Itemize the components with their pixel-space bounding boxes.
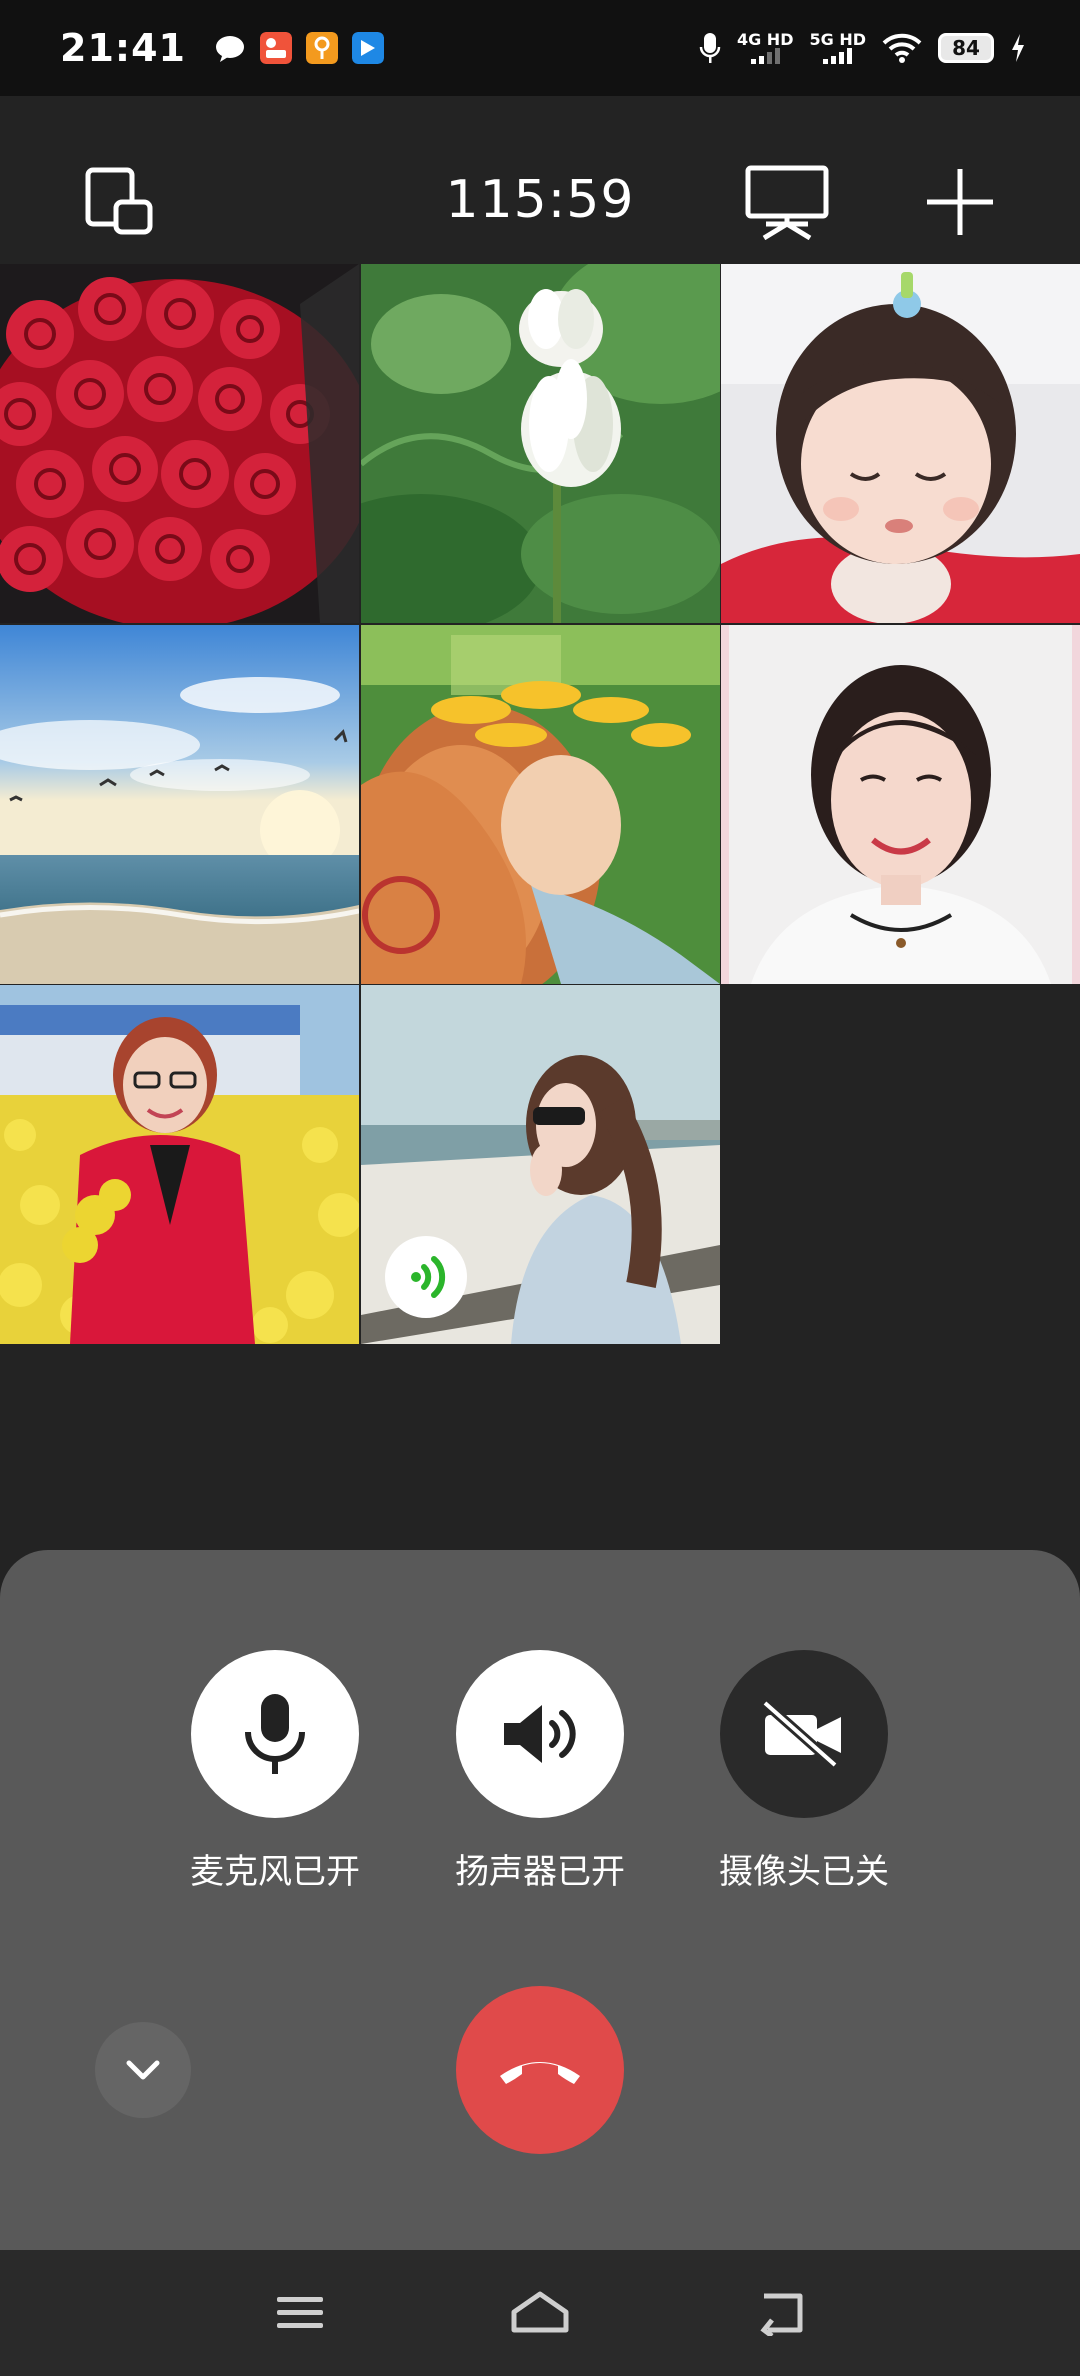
screen-share-button[interactable] <box>742 162 832 242</box>
recent-apps-button[interactable] <box>260 2280 340 2346</box>
hang-up-phone-icon <box>500 2062 580 2084</box>
network-label-1: 4G HD <box>736 30 794 49</box>
call-toolbar: 115:59 <box>0 96 1080 264</box>
participant-tile[interactable] <box>721 264 1080 623</box>
microphone-toggle-button[interactable] <box>191 1650 359 1818</box>
speaker-toggle-button[interactable] <box>456 1650 624 1818</box>
participant-tile[interactable] <box>0 624 359 984</box>
microphone-in-use-icon <box>699 33 721 63</box>
menu-icon <box>277 2297 323 2328</box>
status-right: 4G HD 5G HD 84 <box>699 31 1026 65</box>
call-control-panel: 麦克风已开 扬声器已开 摄像头已关 <box>0 1550 1080 2250</box>
participant-tile[interactable] <box>0 985 359 1344</box>
call-duration: 115:59 <box>445 170 635 230</box>
hang-up-button[interactable] <box>456 1986 624 2154</box>
camera-control: 摄像头已关 <box>674 1650 934 1893</box>
participant-tile[interactable] <box>360 624 720 984</box>
network-label-2: 5G HD <box>809 30 866 49</box>
camera-status-label: 摄像头已关 <box>719 1852 889 1892</box>
participant-avatar-sunflower-hat <box>360 624 720 984</box>
back-arrow-icon <box>760 2293 803 2336</box>
participant-tile[interactable] <box>0 264 359 623</box>
video-call-screen: 21:41 4G HD 5G HD 84 115:59 麦克风已开 扬声器已开 … <box>0 0 1080 2376</box>
speaking-indicator <box>384 1236 467 1318</box>
home-button[interactable] <box>500 2280 580 2346</box>
battery-icon: 84 <box>938 33 994 63</box>
speaker-status-label: 扬声器已开 <box>455 1852 625 1892</box>
microphone-status-label: 麦克风已开 <box>190 1852 360 1892</box>
chevron-down-icon <box>126 2060 160 2080</box>
microphone-icon <box>245 1694 305 1774</box>
message-icon <box>215 36 244 62</box>
participant-avatar-woman-in-rapeseed-field <box>0 985 359 1344</box>
status-bar: 21:41 4G HD 5G HD 84 <box>0 0 1080 96</box>
add-participant-button[interactable] <box>920 162 1000 242</box>
battery-level: 84 <box>952 36 980 60</box>
speaker-icon <box>504 1705 576 1763</box>
camera-off-icon <box>761 1699 841 1769</box>
app-notification-icon <box>351 32 384 64</box>
home-icon <box>511 2291 569 2333</box>
signal-bars-icon <box>823 48 853 64</box>
camera-toggle-button[interactable] <box>720 1650 888 1818</box>
charging-icon <box>1012 34 1024 62</box>
participant-avatar-white-lotus <box>360 264 720 623</box>
speaker-control: 扬声器已开 <box>410 1650 670 1893</box>
participant-tile[interactable] <box>721 624 1080 984</box>
status-time: 21:41 <box>60 26 186 70</box>
participant-grid <box>0 264 1080 1344</box>
network-signal-2: 5G HD <box>809 32 866 64</box>
collapse-panel-button[interactable] <box>95 2022 191 2118</box>
presentation-screen-icon <box>745 165 829 240</box>
plus-icon <box>927 169 993 235</box>
network-signal-1: 4G HD <box>736 30 794 64</box>
participant-avatar-seaside-sunset <box>0 624 359 984</box>
signal-bars-icon <box>750 48 780 64</box>
back-button[interactable] <box>740 2280 820 2346</box>
participant-avatar-red-roses <box>0 264 359 623</box>
participant-tile[interactable] <box>360 985 720 1344</box>
voice-activity-icon <box>410 1256 445 1298</box>
navigation-bar <box>0 2250 1080 2376</box>
participant-avatar-smiling-woman <box>721 624 1080 984</box>
participant-tile[interactable] <box>360 264 720 623</box>
app-notification-icon <box>259 32 292 64</box>
notification-icons <box>214 32 384 64</box>
participant-avatar-toddler <box>721 264 1080 623</box>
app-notification-icon <box>305 32 338 64</box>
microphone-control: 麦克风已开 <box>145 1650 405 1893</box>
wifi-icon <box>882 33 922 63</box>
